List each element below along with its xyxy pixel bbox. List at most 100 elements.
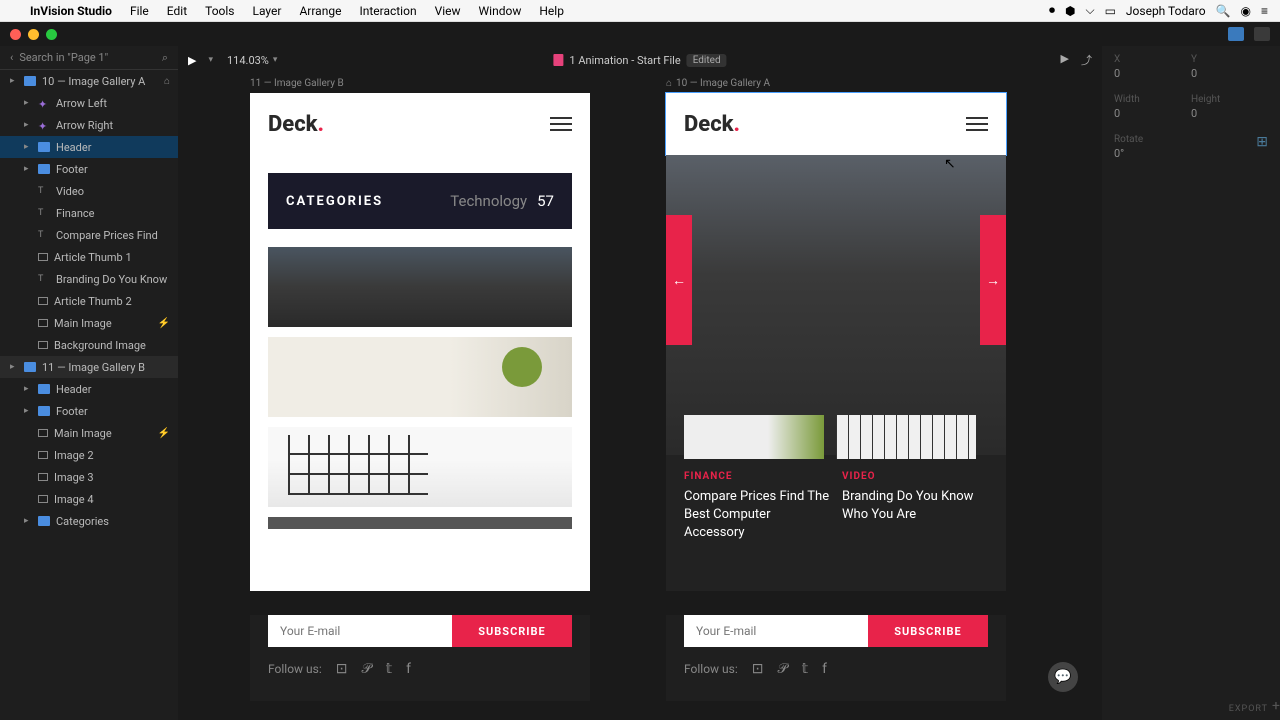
layer-item[interactable]: Image 3 (0, 466, 178, 488)
mini-thumb[interactable] (684, 415, 824, 459)
layer-item[interactable]: ▸Categories (0, 510, 178, 532)
hamburger-icon[interactable] (966, 117, 988, 131)
instagram-icon[interactable]: ⊡ (752, 661, 764, 677)
dropdown-icon[interactable]: ▾ (208, 55, 213, 65)
email-input[interactable] (684, 615, 868, 647)
x-value[interactable]: 0 (1114, 67, 1191, 80)
alignment-icons[interactable]: ⊞ (1191, 134, 1268, 160)
layer-item[interactable]: ▸✦Arrow Left (0, 92, 178, 114)
instagram-icon[interactable]: ⊡ (336, 661, 348, 677)
layer-item[interactable]: TVideo (0, 180, 178, 202)
arrow-left-button[interactable]: ← (666, 215, 692, 345)
layer-item[interactable]: TBranding Do You Know (0, 268, 178, 290)
width-value[interactable]: 0 (1114, 107, 1191, 120)
categories-banner[interactable]: CATEGORIES Technology 57 (268, 173, 572, 229)
layer-item[interactable]: TFinance (0, 202, 178, 224)
layer-label: Categories (56, 515, 109, 528)
app-name[interactable]: InVision Studio (30, 4, 112, 18)
user-name[interactable]: Joseph Todaro (1126, 4, 1206, 18)
subscribe-row: SUBSCRIBE (268, 615, 572, 647)
arrow-right-button[interactable]: → (980, 215, 1006, 345)
close-window[interactable] (10, 29, 21, 40)
menu-arrange[interactable]: Arrange (299, 4, 341, 18)
hamburger-icon[interactable] (550, 117, 572, 131)
article-thumb[interactable] (268, 337, 572, 417)
twitter-icon[interactable]: 𝕥 (802, 661, 809, 677)
menu-view[interactable]: View (435, 4, 461, 18)
pointer-tool-icon[interactable]: ▶ (188, 54, 196, 67)
menu-icon[interactable]: ≡ (1261, 4, 1268, 18)
layer-item[interactable]: Background Image (0, 334, 178, 356)
pinterest-icon[interactable]: 𝒫 (361, 661, 371, 677)
display-icon[interactable]: ▭ (1105, 4, 1116, 18)
upload-icon[interactable]: ⤴ (1081, 52, 1092, 68)
rotate-label: Rotate (1114, 134, 1191, 145)
subscribe-button[interactable]: SUBSCRIBE (452, 615, 572, 647)
artboard-label[interactable]: 10 — Image Gallery A (676, 78, 770, 89)
facebook-icon[interactable]: f (406, 661, 411, 677)
email-input[interactable] (268, 615, 452, 647)
layer-item[interactable]: Image 4 (0, 488, 178, 510)
layer-label: 10 — Image Gallery A (42, 75, 145, 88)
dropdown-icon[interactable]: ▾ (273, 55, 278, 65)
layer-item[interactable]: Image 2 (0, 444, 178, 466)
layer-item[interactable]: ▸Footer (0, 400, 178, 422)
layer-item[interactable]: ▸Footer (0, 158, 178, 180)
chat-bubble-icon[interactable]: 💬 (1048, 662, 1078, 692)
siri-icon[interactable]: ◉ (1241, 4, 1251, 18)
rotate-value[interactable]: 0° (1114, 147, 1191, 160)
facebook-icon[interactable]: f (822, 661, 827, 677)
menu-interaction[interactable]: Interaction (359, 4, 416, 18)
y-value[interactable]: 0 (1191, 67, 1268, 80)
pinterest-icon[interactable]: 𝒫 (777, 661, 787, 677)
zoom-level[interactable]: 114.03% (227, 54, 269, 67)
category-count: 57 (537, 192, 554, 210)
article-category: VIDEO (842, 471, 988, 482)
export-label[interactable]: EXPORT (1229, 704, 1268, 714)
dropbox-icon[interactable]: ⬢ (1065, 4, 1075, 18)
layer-item[interactable]: Article Thumb 1 (0, 246, 178, 268)
wifi-icon[interactable]: ⌵ (1085, 3, 1094, 18)
article-card[interactable]: FINANCE Compare Prices Find The Best Com… (684, 471, 830, 543)
minimize-window[interactable] (28, 29, 39, 40)
search-row[interactable]: ‹ Search in "Page 1" ⌕ (0, 46, 178, 70)
play-icon[interactable]: ▶ (1061, 52, 1069, 68)
library-icon[interactable] (1228, 27, 1244, 41)
layer-item[interactable]: ▸Header (0, 136, 178, 158)
article-thumb[interactable] (268, 427, 572, 507)
article-thumb[interactable] (268, 517, 572, 529)
search-icon[interactable]: ⌕ (162, 51, 168, 65)
twitter-icon[interactable]: 𝕥 (386, 661, 393, 677)
artboard-label[interactable]: 11 — Image Gallery B (250, 78, 590, 89)
hero-image[interactable]: ← → (666, 155, 1006, 455)
add-icon[interactable]: + (1272, 698, 1280, 714)
menu-layer[interactable]: Layer (253, 4, 282, 18)
layer-label: Main Image (54, 427, 112, 440)
mini-thumb[interactable] (836, 415, 976, 459)
layer-item[interactable]: ▸11 — Image Gallery B (0, 356, 178, 378)
layer-item[interactable]: ▸10 — Image Gallery A⌂ (0, 70, 178, 92)
back-icon[interactable]: ‹ (10, 51, 13, 64)
layer-item[interactable]: Main Image⚡ (0, 422, 178, 444)
maximize-window[interactable] (46, 29, 57, 40)
layer-label: Background Image (54, 339, 146, 352)
subscribe-button[interactable]: SUBSCRIBE (868, 615, 988, 647)
search-icon[interactable]: 🔍 (1216, 4, 1231, 18)
canvas[interactable]: ▶ ▾ 114.03% ▾ 1 Animation - Start File E… (178, 46, 1102, 720)
article-card[interactable]: VIDEO Branding Do You Know Who You Are (842, 471, 988, 543)
menu-tools[interactable]: Tools (205, 4, 234, 18)
article-thumb[interactable] (268, 247, 572, 327)
menu-file[interactable]: File (130, 4, 149, 18)
menu-help[interactable]: Help (539, 4, 564, 18)
height-value[interactable]: 0 (1191, 107, 1268, 120)
screencast-icon[interactable]: ⏺ (1049, 3, 1055, 18)
layer-item[interactable]: ▸✦Arrow Right (0, 114, 178, 136)
trash-icon[interactable] (1254, 27, 1270, 41)
layer-item[interactable]: Main Image⚡ (0, 312, 178, 334)
layer-item[interactable]: TCompare Prices Find (0, 224, 178, 246)
artboard-gallery-b[interactable]: 11 — Image Gallery B Deck. CATEGORIES Te… (250, 78, 590, 701)
menu-edit[interactable]: Edit (167, 4, 187, 18)
layer-item[interactable]: ▸Header (0, 378, 178, 400)
menu-window[interactable]: Window (479, 4, 522, 18)
layer-item[interactable]: Article Thumb 2 (0, 290, 178, 312)
